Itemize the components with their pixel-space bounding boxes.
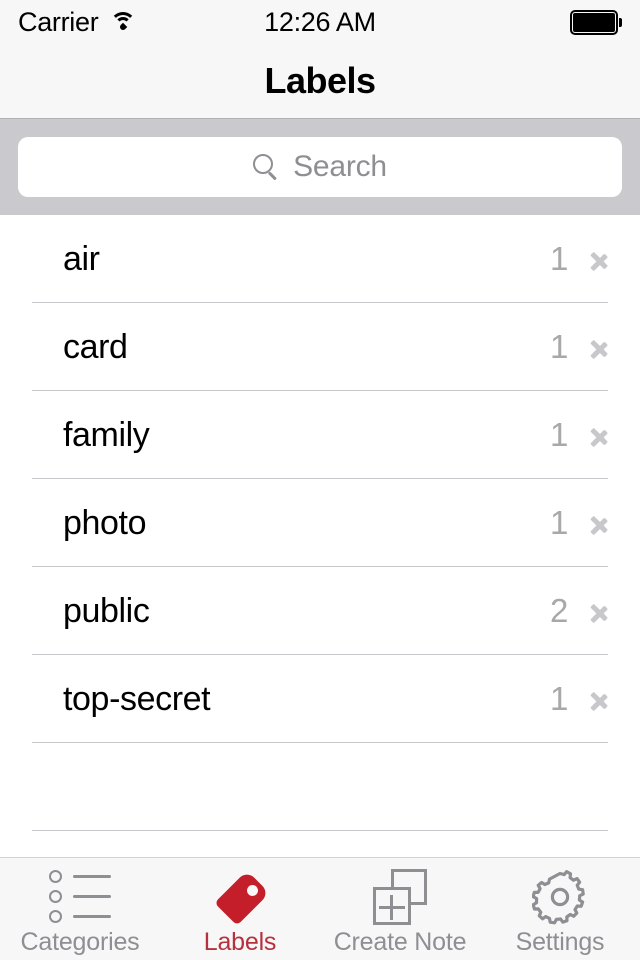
table-row[interactable]: photo 1 xyxy=(0,479,640,567)
label-count: 1 xyxy=(549,504,568,541)
chevron-right-icon xyxy=(590,242,612,276)
table-row[interactable]: card 1 xyxy=(0,303,640,391)
tab-label-labels: Labels xyxy=(203,928,277,956)
chevron-right-icon xyxy=(590,506,612,540)
chevron-right-icon xyxy=(590,418,612,452)
tab-bar: Categories Labels Create Note Settings xyxy=(0,857,640,960)
status-bar-right xyxy=(570,9,622,35)
new-note-icon xyxy=(364,868,436,926)
label-name: air xyxy=(63,239,100,278)
label-name: top-secret xyxy=(63,679,211,718)
status-bar: Carrier 12:26 AM xyxy=(0,0,640,44)
table-row[interactable]: public 2 xyxy=(0,567,640,655)
search-placeholder: Search xyxy=(293,150,387,183)
label-name: card xyxy=(63,327,128,366)
app-screen: Carrier 12:26 AM Labels Search air 1 car… xyxy=(0,0,640,960)
label-count: 1 xyxy=(549,680,568,717)
tab-create-note[interactable]: Create Note xyxy=(320,858,480,960)
table-row[interactable]: air 1 xyxy=(0,215,640,303)
table-row[interactable]: family 1 xyxy=(0,391,640,479)
chevron-right-icon xyxy=(590,682,612,716)
chevron-right-icon xyxy=(590,594,612,628)
tab-labels[interactable]: Labels xyxy=(160,858,320,960)
table-row-empty xyxy=(0,743,640,831)
search-icon xyxy=(253,153,280,181)
page-title: Labels xyxy=(264,60,376,101)
chevron-right-icon xyxy=(590,330,612,364)
label-name: family xyxy=(63,415,150,454)
labels-list: air 1 card 1 family 1 photo 1 public 2 t… xyxy=(0,215,640,857)
status-bar-clock: 12:26 AM xyxy=(264,6,376,37)
label-count: 1 xyxy=(549,328,568,365)
label-name: photo xyxy=(63,503,147,542)
list-bullet-icon xyxy=(44,868,116,926)
tab-settings[interactable]: Settings xyxy=(480,858,640,960)
navigation-bar: Labels xyxy=(0,44,640,119)
battery-icon xyxy=(570,9,622,35)
label-count: 1 xyxy=(549,240,568,277)
label-count: 1 xyxy=(549,416,568,453)
tab-label-create-note: Create Note xyxy=(333,928,467,956)
search-input[interactable]: Search xyxy=(18,137,622,197)
gear-icon xyxy=(524,868,596,926)
label-name: public xyxy=(63,591,150,630)
tab-label-categories: Categories xyxy=(20,928,140,956)
search-bar: Search xyxy=(0,119,640,215)
tag-icon xyxy=(204,868,276,926)
table-row[interactable]: top-secret 1 xyxy=(0,655,640,743)
tab-categories[interactable]: Categories xyxy=(0,858,160,960)
tab-label-settings: Settings xyxy=(515,928,605,956)
label-count: 2 xyxy=(549,592,568,629)
